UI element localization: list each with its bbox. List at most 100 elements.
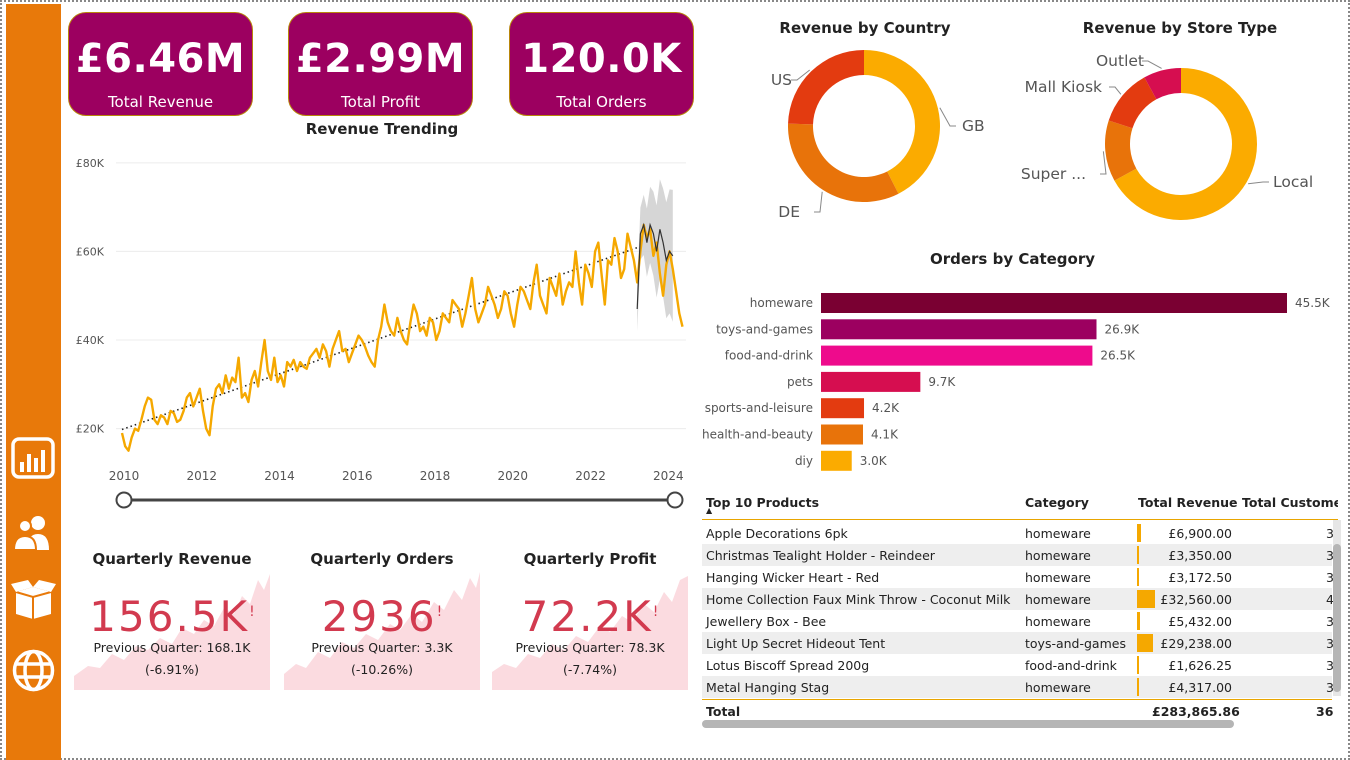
users-icon xyxy=(12,516,49,551)
category-cell: homeware xyxy=(1025,614,1091,629)
table-row[interactable]: Apple Decorations 6pk homeware £6,900.00 3 xyxy=(702,522,1334,544)
category-bar[interactable] xyxy=(821,371,921,392)
table-row[interactable]: Light Up Secret Hideout Tent toys-and-gam… xyxy=(702,632,1334,654)
product-cell: Lotus Biscoff Spread 200g xyxy=(706,658,870,673)
top-products-table[interactable]: Top 10 Products ▲ Category Total Revenue… xyxy=(702,490,1338,722)
quarterly-revenue-card: Quarterly Revenue 156.5K! Previous Quart… xyxy=(74,540,270,690)
product-cell: Hanging Wicker Heart - Red xyxy=(706,570,880,585)
bar-value-label: 4.2K xyxy=(872,401,900,415)
revenue-data-bar xyxy=(1137,524,1141,542)
kpi-total-revenue: £6.46M Total Revenue xyxy=(68,12,253,116)
category-bar[interactable] xyxy=(821,345,1093,366)
kpi-total-profit: £2.99M Total Profit xyxy=(288,12,473,116)
quarterly-title: Quarterly Revenue xyxy=(92,550,252,568)
x-tick-label: 2022 xyxy=(575,469,606,483)
category-bar[interactable] xyxy=(821,398,865,419)
slice-label: US xyxy=(771,71,792,89)
x-tick-label: 2014 xyxy=(264,469,295,483)
category-bar[interactable] xyxy=(821,450,852,471)
category-cell: homeware xyxy=(1025,570,1091,585)
zoom-slider-start-handle[interactable] xyxy=(115,491,133,509)
table-row[interactable]: Metal Hanging Stag homeware £4,317.00 3 xyxy=(702,676,1334,698)
category-cell: homeware xyxy=(1025,526,1091,541)
x-tick-label: 2016 xyxy=(342,469,373,483)
product-cell: Apple Decorations 6pk xyxy=(706,526,848,541)
revenue-cell: £3,172.50 xyxy=(1168,570,1232,585)
leader-line xyxy=(1142,60,1162,69)
column-header-product[interactable]: Top 10 Products xyxy=(706,495,819,510)
y-tick-label: £60K xyxy=(76,245,105,258)
revenue-by-country-donut[interactable]: GB DE US xyxy=(740,40,1020,240)
total-label: Total xyxy=(706,704,741,719)
revenue-trending-title: Revenue Trending xyxy=(305,120,459,138)
category-label: pets xyxy=(787,375,813,389)
category-bar[interactable] xyxy=(821,319,1097,340)
y-tick-label: £40K xyxy=(76,334,105,347)
table-row[interactable]: Christmas Tealight Holder - Reindeer home… xyxy=(702,544,1334,566)
leader-line xyxy=(939,107,956,127)
bar-value-label: 26.9K xyxy=(1105,322,1141,336)
slice-label: Outlet xyxy=(1096,52,1144,70)
slice-label: Local xyxy=(1273,173,1313,191)
category-label: toys-and-games xyxy=(716,322,813,336)
table-row[interactable]: Home Collection Faux Mink Throw - Coconu… xyxy=(702,588,1334,610)
category-cell: homeware xyxy=(1025,680,1091,695)
scroll-thumb[interactable] xyxy=(1333,544,1341,692)
nav-product-detail[interactable] xyxy=(11,578,56,623)
zoom-slider-end-handle[interactable] xyxy=(666,491,684,509)
kpi-value: 120.0K xyxy=(521,36,682,82)
kpi-label: Total Orders xyxy=(556,93,647,111)
revenue-data-bar xyxy=(1137,678,1139,696)
table-row[interactable]: Hanging Wicker Heart - Red homeware £3,172… xyxy=(702,566,1334,588)
table-vertical-scrollbar[interactable] xyxy=(1333,520,1341,696)
kpi-total-orders: 120.0K Total Orders xyxy=(509,12,694,116)
revenue-trending-chart[interactable]: £20K £40K £60K £80K 2010 2012 2014 2016 2018 2020… xyxy=(66,140,696,515)
product-cell: Jewellery Box - Bee xyxy=(706,614,827,629)
revenue-cell: £5,432.00 xyxy=(1168,614,1232,629)
revenue-cell: £3,350.00 xyxy=(1168,548,1232,563)
table-row[interactable]: Lotus Biscoff Spread 200g food-and-drink £… xyxy=(702,654,1334,676)
product-cell: Home Collection Faux Mink Throw - Coconu… xyxy=(706,592,1011,607)
total-revenue: £283,865.86 xyxy=(1152,704,1240,719)
revenue-by-store-type-donut[interactable]: Local Super ... Mall Kiosk Outlet xyxy=(1010,40,1340,240)
kpi-label: Total Profit xyxy=(341,93,420,111)
category-bar[interactable] xyxy=(821,424,863,445)
column-header-customers[interactable]: Total Custome xyxy=(1242,495,1338,510)
slice-label: Super ... xyxy=(1021,165,1086,183)
slice-label: DE xyxy=(778,203,800,221)
donut-slice xyxy=(864,50,940,194)
quarterly-previous: Previous Quarter: 3.3K xyxy=(311,640,453,655)
quarterly-previous: Previous Quarter: 78.3K xyxy=(515,640,665,655)
donut-slice xyxy=(788,123,899,202)
category-bar[interactable] xyxy=(821,293,1287,313)
table-row[interactable]: Jewellery Box - Bee homeware £5,432.00 3 xyxy=(702,610,1334,632)
revenue-data-bar xyxy=(1137,612,1140,630)
nav-executive-summary[interactable] xyxy=(11,436,56,481)
nav-customer-detail[interactable] xyxy=(11,510,56,555)
column-header-revenue[interactable]: Total Revenue xyxy=(1138,495,1238,510)
slice-label: Mall Kiosk xyxy=(1025,78,1102,96)
table-header: Top 10 Products ▲ Category Total Revenue… xyxy=(702,490,1338,520)
bar-value-label: 26.5K xyxy=(1100,349,1136,363)
globe-icon xyxy=(12,649,55,692)
category-cell: homeware xyxy=(1025,548,1091,563)
table-horizontal-scrollbar[interactable] xyxy=(702,720,1234,728)
quarterly-title: Quarterly Profit xyxy=(523,550,657,568)
category-cell: toys-and-games xyxy=(1025,636,1126,651)
bar-value-label: 45.5K xyxy=(1295,296,1331,310)
revenue-cell: £32,560.00 xyxy=(1160,592,1232,607)
quarterly-profit-card: Quarterly Profit 72.2K! Previous Quarter… xyxy=(492,540,688,690)
column-header-category[interactable]: Category xyxy=(1025,495,1089,510)
leader-line xyxy=(814,191,823,213)
quarterly-value: 156.5K! xyxy=(89,592,255,641)
nav-stores-map[interactable] xyxy=(11,648,56,693)
bar-chart-icon xyxy=(11,437,55,479)
product-cell: Metal Hanging Stag xyxy=(706,680,830,695)
box-icon xyxy=(11,580,56,619)
kpi-label: Total Revenue xyxy=(107,93,214,111)
quarterly-value: 72.2K! xyxy=(521,592,659,641)
revenue-by-store-type-title: Revenue by Store Type xyxy=(1082,19,1278,37)
leader-line xyxy=(1109,86,1122,95)
orders-by-category-chart[interactable]: homeware 45.5K toys-and-games 26.9K food-and… xyxy=(700,285,1340,475)
donut-slice xyxy=(788,50,864,125)
